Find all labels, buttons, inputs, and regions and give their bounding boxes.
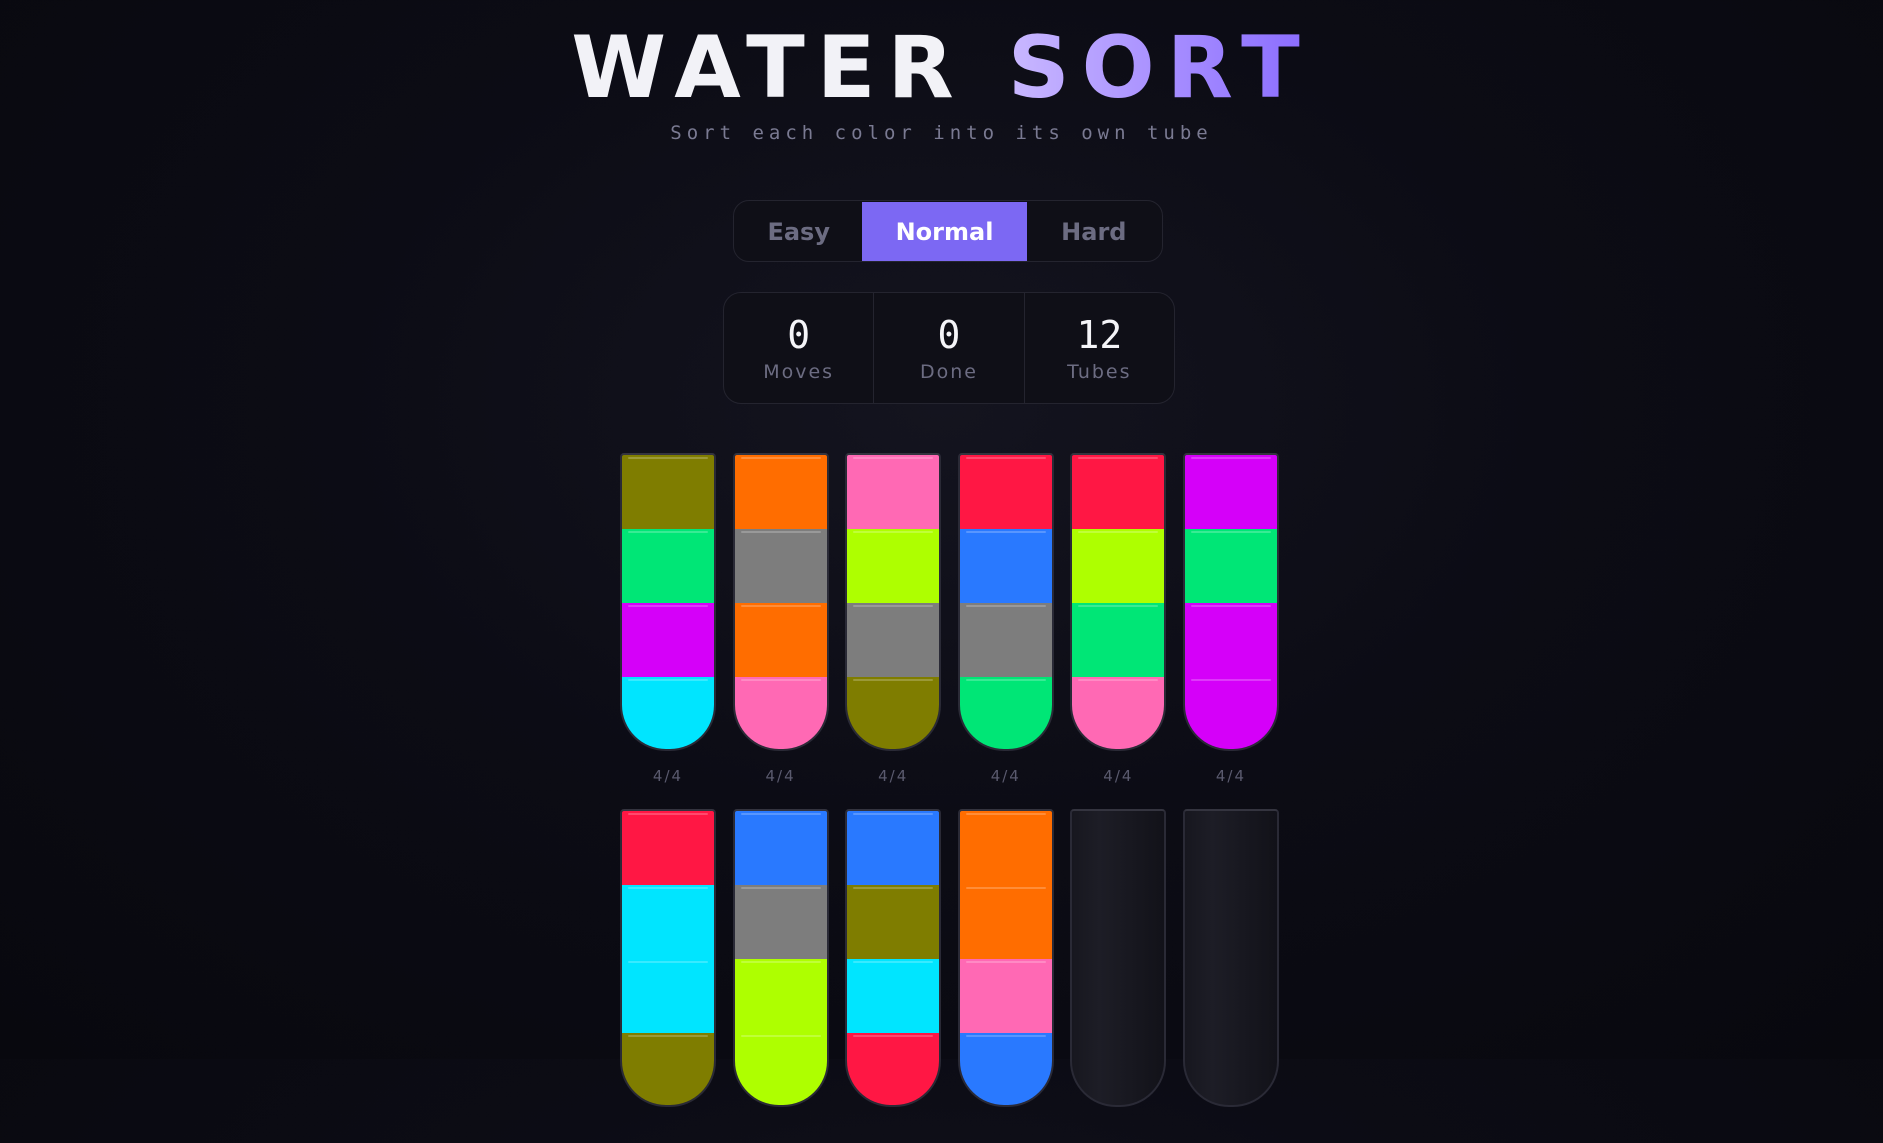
empty-space xyxy=(1185,885,1277,959)
liquid-layer-orange xyxy=(734,603,827,677)
tube-fill-count: 4/4 xyxy=(1215,767,1247,785)
liquid-layer-red xyxy=(959,455,1052,529)
tube-slot: 4/4 xyxy=(1182,453,1279,787)
liquid-layer-lime xyxy=(734,959,827,1033)
moves-label: Moves xyxy=(763,361,835,383)
liquid-layer-green xyxy=(622,529,714,603)
liquid-layer-cyan xyxy=(847,959,940,1033)
liquid-layer-olive xyxy=(847,885,940,959)
liquid-layer-red xyxy=(1072,455,1165,529)
tube-fill-count: 4/4 xyxy=(1103,767,1134,785)
liquid-layer-purple xyxy=(1184,603,1277,677)
liquid-layer-cyan xyxy=(622,677,714,749)
tube-fill-count: 4/4 xyxy=(765,767,796,785)
tube[interactable] xyxy=(1070,809,1167,1107)
stat-done: 0 Done xyxy=(874,293,1025,403)
stat-moves: 0 Moves xyxy=(724,293,875,403)
empty-space xyxy=(1185,1033,1277,1105)
liquid-layer-purple xyxy=(622,603,714,677)
liquid-layer-purple xyxy=(1184,455,1277,529)
tube[interactable] xyxy=(845,809,942,1107)
liquid-layer-orange xyxy=(734,455,827,529)
tube-slot: 4/4 xyxy=(620,453,716,787)
tubes-label: Tubes xyxy=(1067,361,1132,383)
empty-space xyxy=(1185,959,1277,1033)
tube-slot xyxy=(1182,809,1279,1143)
empty-space xyxy=(1072,811,1164,885)
liquid-layer-orange xyxy=(959,885,1052,959)
liquid-layer-cyan xyxy=(622,959,714,1033)
tube[interactable] xyxy=(957,453,1054,751)
difficulty-selector: Easy Normal Hard xyxy=(733,200,1163,262)
tube-board: 4/4 4/4 4/4 4/4 4/4 4/4 xyxy=(620,453,1280,1143)
empty-space xyxy=(1185,811,1277,885)
done-label: Done xyxy=(919,361,978,383)
liquid-layer-pink xyxy=(1072,677,1165,749)
tube[interactable] xyxy=(1070,453,1167,751)
liquid-layer-orange xyxy=(959,811,1052,885)
tube-fill-count: 4/4 xyxy=(652,767,684,785)
subtitle: Sort each color into its own tube xyxy=(670,122,1213,144)
tube-fill-count: 4/4 xyxy=(878,767,909,785)
liquid-layer-cyan xyxy=(622,885,714,959)
liquid-layer-olive xyxy=(622,1033,714,1105)
liquid-layer-gray xyxy=(734,885,827,959)
liquid-layer-red xyxy=(622,811,714,885)
liquid-layer-pink xyxy=(734,677,827,749)
tube[interactable] xyxy=(1182,453,1279,751)
difficulty-easy-button[interactable]: Easy xyxy=(735,202,862,261)
tube[interactable] xyxy=(732,453,829,751)
game-title: WATER SORT xyxy=(0,18,1883,118)
empty-space xyxy=(1072,1033,1164,1105)
tubes-value: 12 xyxy=(1076,313,1123,357)
liquid-layer-blue xyxy=(959,529,1052,603)
tube-slot xyxy=(1070,809,1167,1143)
moves-value: 0 xyxy=(787,313,811,357)
tube-slot xyxy=(957,809,1054,1143)
empty-space xyxy=(1072,959,1164,1033)
title-word-sort: SORT xyxy=(1007,18,1312,118)
difficulty-normal-button[interactable]: Normal xyxy=(862,202,1027,261)
liquid-layer-blue xyxy=(959,1033,1052,1105)
liquid-layer-green xyxy=(959,677,1052,749)
tube-slot: 4/4 xyxy=(957,453,1054,787)
liquid-layer-lime xyxy=(847,529,940,603)
liquid-layer-red xyxy=(847,1033,940,1105)
liquid-layer-blue xyxy=(847,811,940,885)
tube-slot xyxy=(732,809,829,1143)
liquid-layer-purple xyxy=(1184,677,1277,749)
liquid-layer-gray xyxy=(847,603,940,677)
stat-tubes: 12 Tubes xyxy=(1025,293,1174,403)
liquid-layer-pink xyxy=(959,959,1052,1033)
title-word-water: WATER xyxy=(571,18,966,118)
liquid-layer-green xyxy=(1072,603,1165,677)
liquid-layer-gray xyxy=(959,603,1052,677)
liquid-layer-olive xyxy=(847,677,940,749)
liquid-layer-gray xyxy=(734,529,827,603)
tube-slot: 4/4 xyxy=(1070,453,1167,787)
tube-slot xyxy=(620,809,716,1143)
tube-slot: 4/4 xyxy=(845,453,942,787)
tube-slot: 4/4 xyxy=(732,453,829,787)
liquid-layer-blue xyxy=(734,811,827,885)
liquid-layer-pink xyxy=(847,455,940,529)
tube-fill-count: 4/4 xyxy=(990,767,1021,785)
liquid-layer-olive xyxy=(622,455,714,529)
tube-slot xyxy=(845,809,942,1143)
done-value: 0 xyxy=(937,313,961,357)
tube[interactable] xyxy=(732,809,829,1107)
difficulty-hard-button[interactable]: Hard xyxy=(1027,202,1161,261)
tube[interactable] xyxy=(620,453,716,751)
stats-panel: 0 Moves 0 Done 12 Tubes xyxy=(723,292,1175,404)
tube[interactable] xyxy=(957,809,1054,1107)
tube[interactable] xyxy=(620,809,716,1107)
liquid-layer-green xyxy=(1184,529,1277,603)
liquid-layer-lime xyxy=(1072,529,1165,603)
empty-space xyxy=(1072,885,1164,959)
liquid-layer-lime xyxy=(734,1033,827,1105)
tube[interactable] xyxy=(845,453,942,751)
tube[interactable] xyxy=(1182,809,1279,1107)
